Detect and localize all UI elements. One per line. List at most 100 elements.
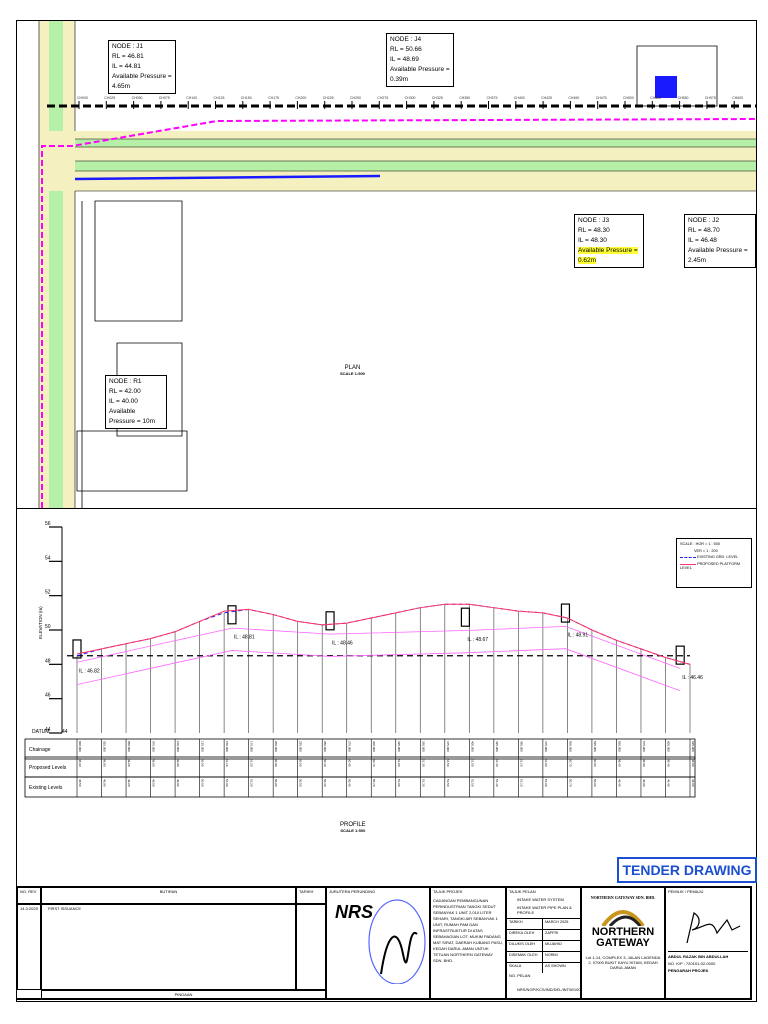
rev-description: FIRST ISSUANCE bbox=[41, 904, 296, 990]
pipe-invert-line bbox=[76, 648, 681, 692]
chainage-mark: CH300 bbox=[405, 96, 416, 100]
field-value: NORMI bbox=[545, 953, 558, 957]
chainage-mark: CH250 bbox=[350, 96, 361, 100]
chainage-value: 175.000 bbox=[250, 741, 254, 752]
chainage-mark: CH350 bbox=[459, 96, 470, 100]
existing-level-value: 51.00 bbox=[397, 779, 401, 787]
chainage-value: 150.000 bbox=[225, 741, 229, 752]
title-block: NO. REV BUTIRAN TARIKH 14.3.2025 FIRST I… bbox=[16, 886, 752, 1000]
invert-label: IL : 48.81 bbox=[234, 634, 255, 640]
node-il: IL = 44.81 bbox=[112, 63, 141, 70]
existing-level-value: 51.50 bbox=[470, 779, 474, 787]
existing-level-value: 51.00 bbox=[225, 779, 229, 787]
chainage-mark: CH150 bbox=[241, 96, 252, 100]
pipe-crown-line bbox=[76, 625, 681, 669]
signatory-ic: NO. K/P : 720101-02-0000 bbox=[668, 961, 716, 966]
date-header: TARIKH bbox=[296, 887, 326, 904]
datum-label: DATUM bbox=[32, 729, 49, 735]
node-box-r1: NODE : R1 RL = 42.00 IL = 40.00 Availabl… bbox=[105, 375, 167, 429]
chainage-mark: CH050 bbox=[132, 96, 143, 100]
profile-chart: 44 46 48 50 52 54 56 ELEVATION (m) IL : 46.82 IL … bbox=[24, 521, 703, 798]
client-cell: NORTHERN GATEWAY SDN. BHD. NORTHERN GATE… bbox=[581, 887, 665, 1000]
profile-scale: SCALE 1:500 bbox=[340, 828, 366, 833]
y-tick-label: 54 bbox=[45, 555, 51, 561]
node-box-j1: NODE : J1 RL = 46.81 IL = 44.81 Availabl… bbox=[108, 40, 176, 94]
vertical-road-verge bbox=[49, 21, 63, 508]
plan-title: PLAN SCALE 1:500 bbox=[340, 365, 365, 376]
proposed-level-value: 50.00 bbox=[593, 759, 597, 767]
existing-level-value: 50.90 bbox=[274, 779, 278, 787]
chainage-value: 075.000 bbox=[152, 741, 156, 752]
invert-label: IL : 48.46 bbox=[332, 640, 353, 646]
proposed-level-value: 50.50 bbox=[201, 759, 205, 767]
chainage-value: 500.000 bbox=[568, 741, 572, 752]
node-rl: RL = 48.30 bbox=[578, 227, 610, 234]
field-row: DIREKA OLEH ZAFFRI bbox=[507, 929, 580, 940]
field-value: MARCH 2025 bbox=[545, 920, 569, 924]
chainage-mark: CH125 bbox=[214, 96, 225, 100]
node-il: IL = 46.48 bbox=[688, 237, 717, 244]
owner-label: PEMILIK / PEMAJU bbox=[668, 889, 704, 894]
field-label: TARIKH bbox=[507, 919, 543, 929]
proposed-level-value: 51.10 bbox=[225, 759, 229, 767]
chainage-mark: CH175 bbox=[268, 96, 279, 100]
proposed-level-value: 48.00 bbox=[691, 759, 695, 767]
desc-header: BUTIRAN bbox=[41, 887, 296, 904]
proposed-level-value: 49.20 bbox=[127, 759, 131, 767]
y-axis-label: ELEVATION (m) bbox=[38, 606, 43, 639]
table-row-label: Chainage bbox=[29, 747, 51, 753]
node-il: IL = 48.69 bbox=[390, 56, 419, 63]
valve-chamber bbox=[227, 605, 237, 625]
proposed-level-value: 51.50 bbox=[470, 759, 474, 767]
node-rl: RL = 42.00 bbox=[109, 388, 141, 395]
y-tick-label: 48 bbox=[45, 658, 51, 664]
node-pressure: Available Pressure = 0.62m bbox=[578, 247, 638, 264]
chainage-mark: CH550 bbox=[678, 96, 689, 100]
node-pressure: Available Pressure = 4.65m bbox=[112, 73, 172, 90]
rev-date: 14.3.2025 bbox=[17, 904, 41, 990]
chainage-mark: CH100 bbox=[186, 96, 197, 100]
existing-level-value: 51.10 bbox=[519, 779, 523, 787]
consultant-cell: JURUTERA PERUNDING NRS bbox=[326, 887, 430, 1000]
existing-level-value: 50.70 bbox=[568, 779, 572, 787]
proposed-level-value: 50.70 bbox=[568, 759, 572, 767]
existing-level-value: 48.50 bbox=[78, 779, 82, 787]
valve-chamber bbox=[325, 611, 335, 631]
invert-label: IL : 48.67 bbox=[467, 637, 488, 643]
node-id: NODE : J2 bbox=[688, 217, 720, 224]
field-row: SKALA AS SHOWN bbox=[507, 962, 580, 973]
chainage-mark: CH400 bbox=[514, 96, 525, 100]
owner-signature bbox=[686, 912, 741, 944]
chainage-value: 475.000 bbox=[544, 741, 548, 752]
field-row: TARIKH MARCH 2025 bbox=[507, 918, 580, 929]
proposed-level-value: 50.90 bbox=[274, 759, 278, 767]
existing-level-value: 48.90 bbox=[103, 779, 107, 787]
drawing-no-label: NO. PELAN bbox=[509, 973, 531, 978]
proposed-level-value: 51.30 bbox=[421, 759, 425, 767]
existing-level-value: 51.20 bbox=[250, 779, 254, 787]
node-box-j4: NODE : J4 RL = 50.66 IL = 48.69 Availabl… bbox=[386, 33, 454, 87]
chainage-value: 275.000 bbox=[348, 741, 352, 752]
drawing-title-2: INTAKE WATER PIPE PLAN & PROFILE bbox=[517, 905, 572, 915]
node-pressure: Available Pressure = 2.45m bbox=[688, 247, 748, 264]
engineer-seal bbox=[368, 899, 426, 984]
field-row: DISEMAK OLEH NORMI bbox=[507, 951, 580, 962]
client-address: Lot 1-14, COMPLEX 3, JALAN LAGENDA 2, 07… bbox=[585, 955, 661, 970]
legend-swatch-existing bbox=[680, 556, 696, 558]
proposed-level-value: 48.60 bbox=[78, 759, 82, 767]
proposed-level-value: 49.40 bbox=[617, 759, 621, 767]
chainage-value: 325.000 bbox=[397, 741, 401, 752]
existing-level-value: 50.70 bbox=[372, 779, 376, 787]
field-value: MUJAHID bbox=[545, 942, 562, 946]
client-logo-text-2: GATEWAY bbox=[596, 937, 650, 949]
chainage-mark: CH225 bbox=[323, 96, 334, 100]
chainage-value: 550.000 bbox=[617, 741, 621, 752]
proposed-level-value: 51.50 bbox=[446, 759, 450, 767]
node-pressure-row: Available Pressure = 0.62m bbox=[578, 246, 640, 266]
node-id: NODE : J3 bbox=[578, 217, 610, 224]
node-il: IL = 40.00 bbox=[109, 398, 138, 405]
existing-level-value: 48.40 bbox=[666, 779, 670, 787]
chainage-mark: CH325 bbox=[432, 96, 443, 100]
chainage-mark: CH450 bbox=[568, 96, 579, 100]
chainage-value: 000.000 bbox=[78, 741, 82, 752]
